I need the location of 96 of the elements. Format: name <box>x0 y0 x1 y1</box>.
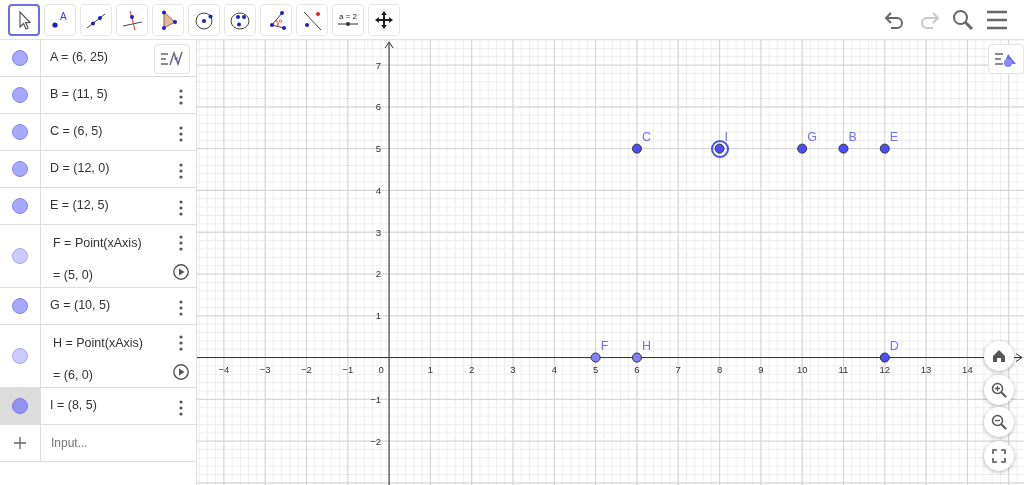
axis-tick-label: 1 <box>375 310 382 322</box>
axis-tick-label: 5 <box>375 143 382 155</box>
play-icon[interactable] <box>172 363 190 381</box>
axis-tick-label: 6 <box>634 363 640 375</box>
point-name-label: A <box>60 10 67 22</box>
visibility-toggle[interactable] <box>12 161 28 177</box>
point-marker[interactable] <box>797 143 808 154</box>
axis-tick-label: 2 <box>469 363 475 375</box>
algebra-text: B = (11, 5) <box>50 86 108 103</box>
definition-text: F = Point(xAxis) <box>53 235 142 252</box>
axis-tick-label: 2 <box>375 268 382 280</box>
axis-tick-label: 13 <box>920 363 932 375</box>
axis-tick-label: 10 <box>796 363 808 375</box>
slider-label: a = 2 <box>339 12 357 21</box>
visibility-toggle[interactable] <box>12 398 28 414</box>
home-button[interactable] <box>984 341 1014 371</box>
input-field[interactable]: Input... <box>49 433 189 453</box>
axis-tick-label: 6 <box>375 101 382 113</box>
home-icon <box>991 348 1007 364</box>
algebra-row[interactable]: B = (11, 5) <box>0 77 196 114</box>
point-marker[interactable] <box>838 143 849 154</box>
value-text: = (5, 0) <box>53 266 94 284</box>
axis-tick-label: 4 <box>375 184 382 196</box>
search-icon <box>951 7 975 32</box>
visibility-toggle[interactable] <box>12 50 28 66</box>
tool-button[interactable]: a = 2 <box>332 3 364 36</box>
algebra-row[interactable]: C = (6, 5) <box>0 114 196 151</box>
algebra-text: C = (6, 5) <box>50 123 103 140</box>
point-marker[interactable] <box>714 143 725 154</box>
algebra-text: I = (8, 5) <box>50 397 97 414</box>
axis-tick-label: 1 <box>427 363 434 375</box>
point-label: C <box>641 129 651 144</box>
play-icon[interactable] <box>172 263 190 281</box>
axis-tick-label: −4 <box>218 363 230 375</box>
zoom-in-icon <box>991 382 1007 398</box>
algebra-text: G = (10, 5) <box>50 297 111 314</box>
visibility-toggle[interactable] <box>12 298 28 314</box>
algebra-row[interactable]: G = (10, 5) <box>0 288 196 325</box>
axis-tick-label: 4 <box>551 363 557 375</box>
zoom-out-button[interactable] <box>984 407 1014 437</box>
fullscreen-icon <box>991 448 1007 464</box>
point-label: B <box>848 129 857 144</box>
axis-tick-label: 14 <box>962 363 973 375</box>
point-label: I <box>724 129 729 144</box>
visibility-toggle[interactable] <box>12 87 28 103</box>
slider-icon <box>338 20 358 27</box>
axis-tick-label: −1 <box>342 363 354 375</box>
point-marker[interactable] <box>631 143 642 154</box>
algebra-row[interactable]: H = Point(xAxis) = (6, 0) <box>0 325 196 388</box>
algebra-text: E = (12, 5) <box>50 197 109 214</box>
axis-tick-label: −2 <box>301 363 312 375</box>
visibility-toggle[interactable] <box>12 198 28 214</box>
definition-text: H = Point(xAxis) <box>53 335 143 352</box>
visibility-toggle[interactable] <box>12 124 28 140</box>
algebra-row[interactable]: F = Point(xAxis) = (5, 0) <box>0 225 196 288</box>
point-marker[interactable] <box>590 352 601 363</box>
origin-label: 0 <box>378 363 384 375</box>
axis-tick-label: 8 <box>716 363 723 375</box>
perpendicular-line-icon <box>121 8 143 31</box>
visibility-toggle[interactable] <box>12 348 28 364</box>
algebra-text: A = (6, 25) <box>50 49 109 66</box>
tool-button[interactable]: A <box>44 3 76 36</box>
axis-tick-label: 12 <box>879 363 891 375</box>
point-marker[interactable] <box>631 352 642 363</box>
shapes-icon <box>994 50 1018 68</box>
algebra-text: D = (12, 0) <box>50 160 110 177</box>
point-label: H <box>641 338 651 353</box>
fullscreen-button[interactable] <box>984 441 1014 471</box>
zoom-in-button[interactable] <box>984 375 1014 405</box>
axis-tick-label: −2 <box>370 435 382 447</box>
point-marker[interactable] <box>879 143 890 154</box>
algebra-row[interactable]: I = (8, 5) <box>0 388 196 425</box>
point-label: D <box>889 338 899 353</box>
style-bar-toggle[interactable] <box>154 44 190 74</box>
value-text: = (6, 0) <box>53 366 94 384</box>
point-label: G <box>807 129 817 144</box>
point-marker[interactable] <box>879 352 890 363</box>
style-bar-toggle[interactable] <box>988 44 1024 74</box>
visibility-toggle[interactable] <box>12 248 28 264</box>
axis-tick-label: 7 <box>675 363 681 375</box>
axis-tick-label: −3 <box>259 363 271 375</box>
axis-tick-label: 5 <box>593 363 599 375</box>
axis-tick-label: 11 <box>838 363 849 375</box>
axis-tick-label: 3 <box>510 363 516 375</box>
point-label: F <box>600 338 609 353</box>
zoom-out-icon <box>991 414 1007 430</box>
point-label: E <box>889 129 899 144</box>
algebra-row[interactable]: D = (12, 0) <box>0 151 196 188</box>
axis-tick-label: 7 <box>375 59 382 71</box>
algebra-row[interactable]: A = (6, 25) <box>0 40 196 77</box>
graph-lines-icon <box>160 50 184 68</box>
add-icon <box>14 437 26 449</box>
axis-tick-label: 3 <box>375 226 382 238</box>
algebra-row[interactable]: E = (12, 5) <box>0 188 196 225</box>
axis-tick-label: 9 <box>758 363 764 375</box>
axis-tick-label: −1 <box>370 393 382 405</box>
